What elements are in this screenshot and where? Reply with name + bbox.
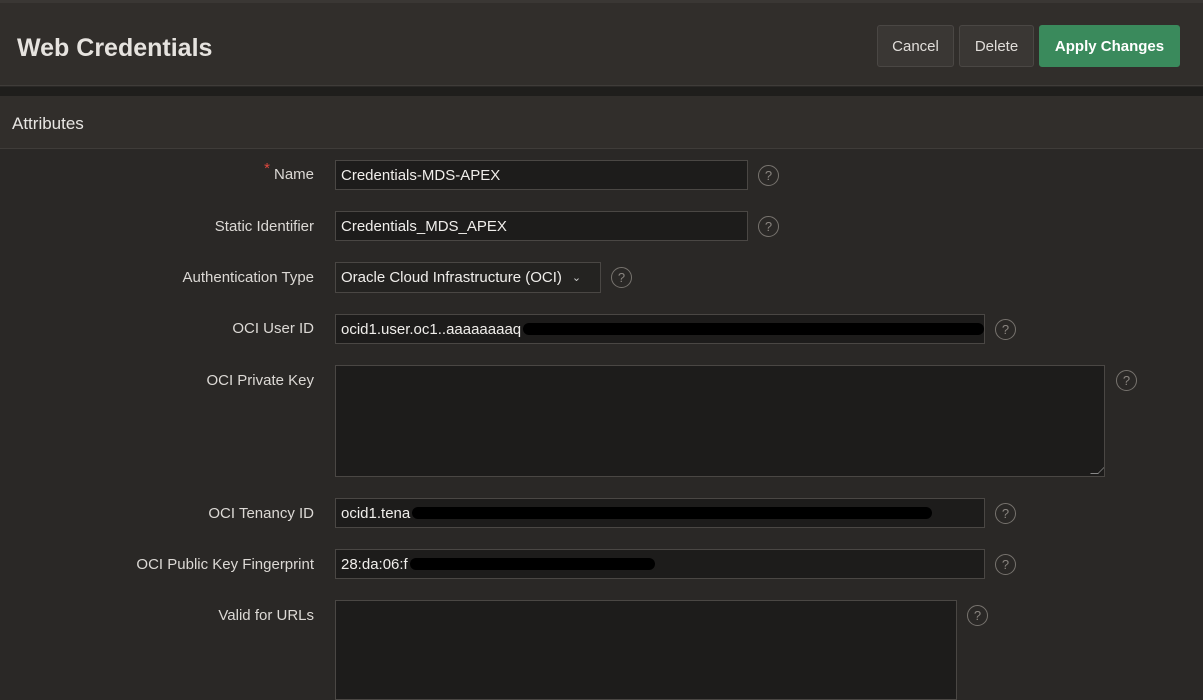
- redaction-mark: [412, 507, 933, 519]
- divider: [0, 87, 1203, 96]
- tenancy-id-value: ocid1.tena: [341, 504, 411, 522]
- redaction-mark: [523, 323, 984, 335]
- name-input[interactable]: Credentials-MDS-APEX: [335, 160, 748, 190]
- help-icon[interactable]: ?: [995, 319, 1016, 340]
- apply-changes-button[interactable]: Apply Changes: [1039, 25, 1180, 67]
- help-icon[interactable]: ?: [967, 605, 988, 626]
- auth-type-select[interactable]: Oracle Cloud Infrastructure (OCI) ⌄: [335, 262, 601, 293]
- tenancy-id-label: OCI Tenancy ID: [208, 505, 314, 522]
- cancel-button[interactable]: Cancel: [877, 25, 954, 67]
- valid-urls-textarea[interactable]: [335, 600, 957, 700]
- page-header: Web Credentials Cancel Delete Apply Chan…: [0, 0, 1203, 86]
- redaction-mark: [409, 558, 655, 570]
- private-key-label: OCI Private Key: [206, 372, 314, 389]
- help-icon[interactable]: ?: [1116, 370, 1137, 391]
- fingerprint-label: OCI Public Key Fingerprint: [136, 556, 314, 573]
- page-title: Web Credentials: [17, 34, 213, 62]
- region-title: Attributes: [12, 114, 84, 133]
- static-id-label: Static Identifier: [214, 218, 314, 235]
- user-id-value: ocid1.user.oc1..aaaaaaaaq: [341, 320, 522, 338]
- help-icon[interactable]: ?: [758, 165, 779, 186]
- chevron-down-icon: ⌄: [571, 272, 582, 284]
- help-icon[interactable]: ?: [995, 554, 1016, 575]
- private-key-textarea[interactable]: [335, 365, 1105, 477]
- name-value: Credentials-MDS-APEX: [341, 166, 501, 184]
- help-icon[interactable]: ?: [995, 503, 1016, 524]
- static-id-input[interactable]: Credentials_MDS_APEX: [335, 211, 748, 241]
- fingerprint-value: 28:da:06:f: [341, 555, 408, 573]
- name-label: Name: [273, 166, 314, 183]
- tenancy-id-input[interactable]: ocid1.tena: [335, 498, 985, 528]
- resize-handle[interactable]: [1090, 466, 1104, 474]
- help-icon[interactable]: ?: [611, 267, 632, 288]
- auth-type-value: Oracle Cloud Infrastructure (OCI): [341, 269, 562, 286]
- help-icon[interactable]: ?: [758, 216, 779, 237]
- attributes-region-header: Attributes: [0, 96, 1203, 149]
- valid-urls-label: Valid for URLs: [218, 607, 314, 624]
- auth-type-label: Authentication Type: [182, 269, 314, 286]
- fingerprint-input[interactable]: 28:da:06:f: [335, 549, 985, 579]
- delete-button[interactable]: Delete: [959, 25, 1034, 67]
- user-id-input[interactable]: ocid1.user.oc1..aaaaaaaaq: [335, 314, 985, 344]
- static-id-value: Credentials_MDS_APEX: [341, 217, 507, 235]
- required-indicator: *: [264, 160, 270, 177]
- user-id-label: OCI User ID: [232, 320, 314, 337]
